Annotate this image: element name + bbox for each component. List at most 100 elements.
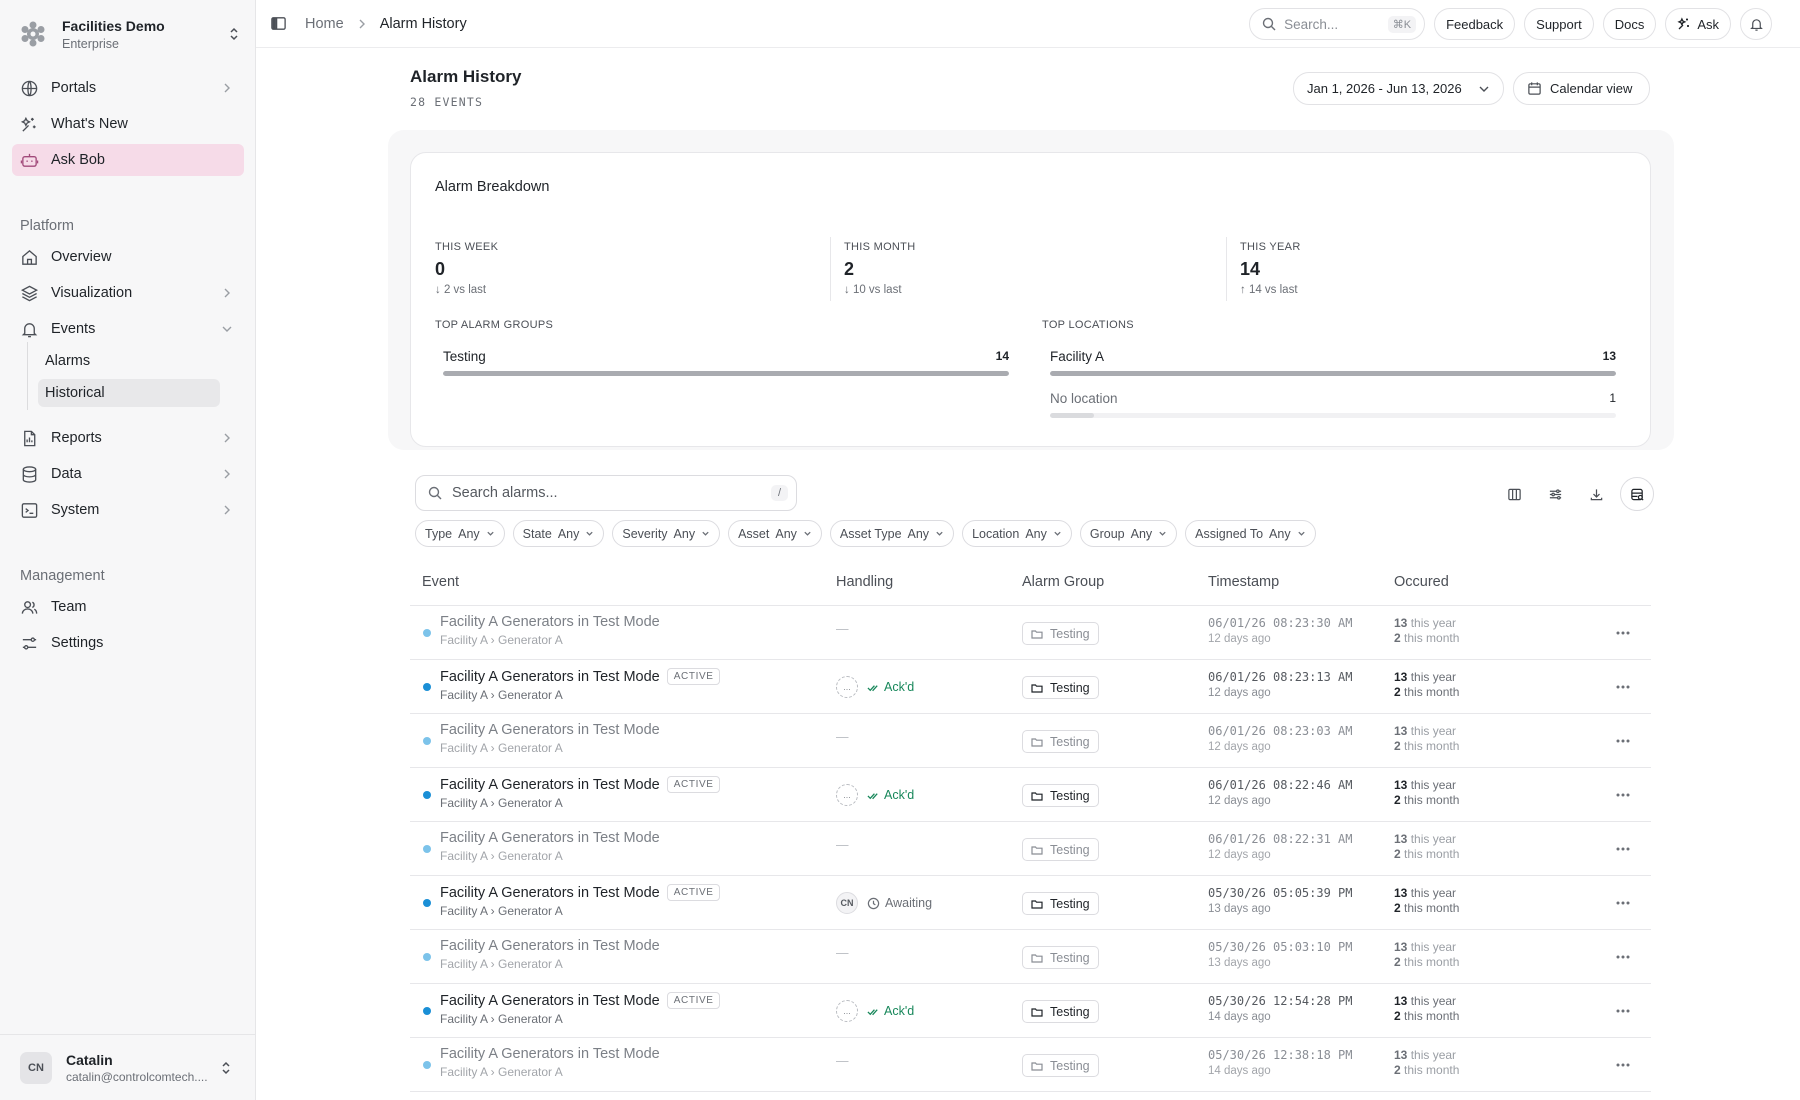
nav-item-system[interactable]: System: [12, 494, 244, 526]
table-row[interactable]: Facility A Generators in Test ModeACTIVE…: [410, 984, 1651, 1038]
more-actions-icon[interactable]: [1613, 1001, 1633, 1021]
search-placeholder: Search...: [1284, 16, 1339, 32]
filter-chip[interactable]: Asset Any: [728, 520, 822, 547]
event-title[interactable]: Facility A Generators in Test Mode: [440, 830, 660, 846]
docs-button[interactable]: Docs: [1602, 8, 1657, 40]
chevron-down-icon: [936, 531, 943, 536]
table-row[interactable]: Facility A Generators in Test ModeACTIVE…: [410, 768, 1651, 822]
nav-item-team[interactable]: Team: [12, 591, 244, 623]
table-row[interactable]: Facility A Generators in Test Mode Facili…: [410, 606, 1651, 660]
download-button[interactable]: [1579, 477, 1613, 511]
col-occured[interactable]: Occured: [1394, 574, 1449, 590]
global-search[interactable]: Search... ⌘K: [1249, 8, 1426, 40]
nav-item-visualization[interactable]: Visualization: [12, 277, 244, 309]
filter-chip[interactable]: Severity Any: [612, 520, 721, 547]
event-title[interactable]: Facility A Generators in Test Mode: [440, 1046, 660, 1062]
handler-avatar[interactable]: CN: [836, 892, 858, 914]
table-row[interactable]: Facility A Generators in Test ModeACTIVE…: [410, 660, 1651, 714]
table-row[interactable]: Facility A Generators in Test Mode Facili…: [410, 1038, 1651, 1092]
handler-avatar[interactable]: ...: [836, 784, 858, 806]
nav-item-ask-bob[interactable]: Ask Bob: [12, 144, 244, 176]
year-count: 13: [1394, 778, 1408, 792]
location-name: No location: [1050, 391, 1118, 406]
table-row[interactable]: Facility A Generators in Test Mode Facili…: [410, 930, 1651, 984]
year-count: 13: [1394, 616, 1408, 630]
relative-time: 12 days ago: [1208, 633, 1271, 645]
calendar-view-button[interactable]: Calendar view: [1513, 72, 1650, 105]
more-actions-icon[interactable]: [1613, 677, 1633, 697]
filter-chip[interactable]: Group Any: [1079, 520, 1178, 547]
more-actions-icon[interactable]: [1613, 785, 1633, 805]
more-actions-icon[interactable]: [1613, 893, 1633, 913]
saved-views-button[interactable]: [1620, 477, 1654, 511]
filter-chip[interactable]: Asset Type Any: [829, 520, 955, 547]
event-title[interactable]: Facility A Generators in Test Mode: [440, 777, 660, 793]
status-dot: [423, 683, 431, 691]
event-path: Facility A › Generator A: [440, 741, 563, 755]
event-title[interactable]: Facility A Generators in Test Mode: [440, 614, 660, 630]
breadcrumb-current: Alarm History: [379, 15, 467, 32]
col-handling[interactable]: Handling: [836, 574, 893, 590]
table-row[interactable]: Facility A Generators in Test ModeACTIVE…: [410, 1092, 1651, 1100]
nav-item-historical[interactable]: Historical: [38, 379, 220, 407]
handler-avatar[interactable]: ...: [836, 1000, 858, 1022]
feedback-button[interactable]: Feedback: [1434, 8, 1516, 40]
handler-avatar[interactable]: ...: [836, 676, 858, 698]
filter-chip[interactable]: State Any: [512, 520, 605, 547]
filter-chip[interactable]: Type Any: [415, 520, 505, 547]
notifications-button[interactable]: [1740, 8, 1772, 40]
alarm-group-tag: Testing: [1022, 838, 1099, 861]
table-row[interactable]: Facility A Generators in Test Mode Facili…: [410, 714, 1651, 768]
nav-item-overview[interactable]: Overview: [12, 241, 244, 273]
nav-item-whats-new[interactable]: What's New: [12, 108, 244, 140]
alarm-group-tag: Testing: [1022, 622, 1099, 645]
globe-icon: [21, 80, 38, 96]
event-title[interactable]: Facility A Generators in Test Mode: [440, 885, 660, 901]
col-alarm-group[interactable]: Alarm Group: [1022, 574, 1104, 590]
event-title[interactable]: Facility A Generators in Test Mode: [440, 669, 660, 685]
filter-chip[interactable]: Location Any: [962, 520, 1072, 547]
more-actions-icon[interactable]: [1613, 1055, 1633, 1075]
search-icon: [428, 486, 442, 500]
event-title[interactable]: Facility A Generators in Test Mode: [440, 938, 660, 954]
breadcrumb-home[interactable]: Home: [305, 16, 344, 32]
col-timestamp[interactable]: Timestamp: [1208, 574, 1279, 590]
ask-button[interactable]: Ask: [1665, 8, 1731, 40]
nav-item-data[interactable]: Data: [12, 458, 244, 490]
more-actions-icon[interactable]: [1613, 947, 1633, 967]
database-icon: [22, 465, 37, 483]
event-title[interactable]: Facility A Generators in Test Mode: [440, 993, 660, 1009]
table-row[interactable]: Facility A Generators in Test Mode Facili…: [410, 822, 1651, 876]
more-actions-icon[interactable]: [1613, 731, 1633, 751]
org-switcher[interactable]: Facilities Demo Enterprise: [20, 16, 240, 52]
user-menu[interactable]: CN Catalin catalin@controlcomtech....: [0, 1034, 256, 1100]
alarm-search-input[interactable]: Search alarms... /: [415, 475, 797, 511]
filter-chip[interactable]: Assigned To Any: [1185, 520, 1316, 547]
logo-icon: [21, 21, 45, 47]
date-range-picker[interactable]: Jan 1, 2026 - Jun 13, 2026: [1293, 72, 1504, 105]
more-actions-icon[interactable]: [1613, 839, 1633, 859]
sidebar-toggle-icon[interactable]: [270, 15, 287, 32]
stat-value: 14: [1240, 259, 1261, 279]
top-locations-label: TOP LOCATIONS: [1042, 319, 1134, 331]
nav-item-portals[interactable]: Portals: [12, 72, 244, 104]
table-row[interactable]: Facility A Generators in Test ModeACTIVE…: [410, 876, 1651, 930]
columns-button[interactable]: [1497, 477, 1531, 511]
nav-item-reports[interactable]: Reports: [12, 422, 244, 454]
col-event[interactable]: Event: [422, 574, 459, 590]
status-awaiting: Awaiting: [867, 896, 932, 910]
alarm-group-label: Testing: [1050, 1004, 1090, 1019]
nav-item-events[interactable]: Events: [12, 313, 244, 345]
stat-this-month: THIS MONTH 2 ↓ 10 vs last: [844, 241, 915, 296]
nav-item-alarms[interactable]: Alarms: [38, 347, 220, 375]
chip-value: Any: [1130, 526, 1153, 541]
folder-icon: [1031, 845, 1043, 855]
event-title[interactable]: Facility A Generators in Test Mode: [440, 722, 660, 738]
support-button[interactable]: Support: [1524, 8, 1594, 40]
nav-label: What's New: [51, 116, 128, 132]
event-cell: Facility A Generators in Test Mode ACTIVE…: [440, 668, 721, 702]
filter-settings-button[interactable]: [1538, 477, 1572, 511]
nav-item-settings[interactable]: Settings: [12, 627, 244, 659]
nav-label: Visualization: [51, 285, 133, 301]
more-actions-icon[interactable]: [1613, 623, 1633, 643]
